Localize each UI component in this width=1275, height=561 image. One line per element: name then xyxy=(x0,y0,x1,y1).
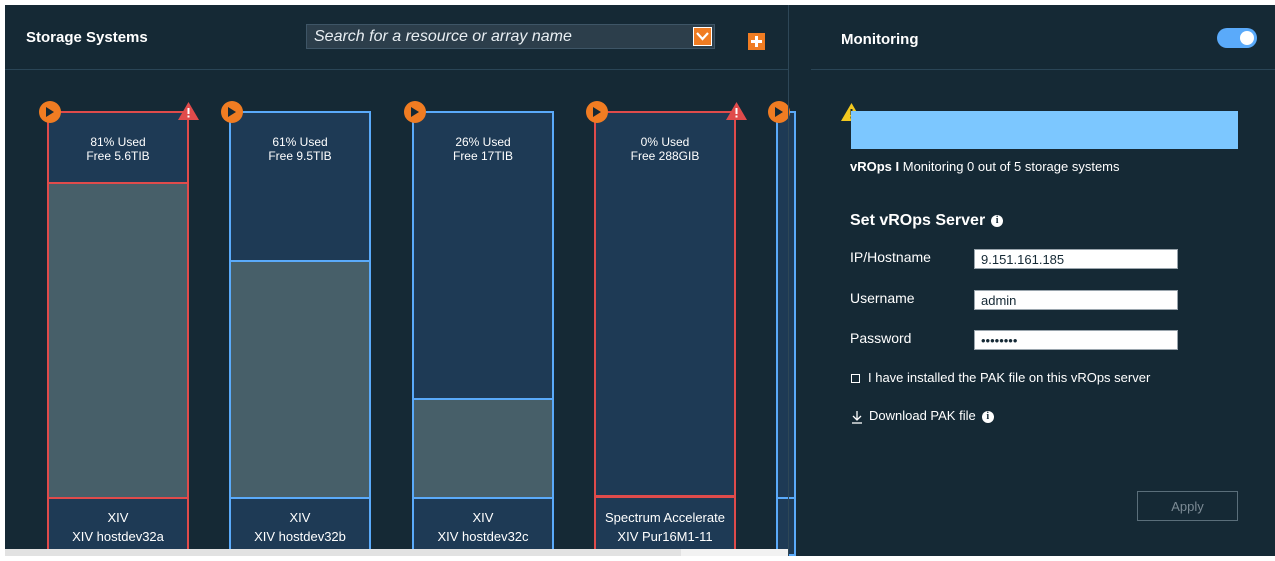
section-title: Set vROps Server xyxy=(850,212,986,229)
section-heading: Set vROps Server i xyxy=(850,212,1004,230)
used-capacity-fill xyxy=(231,261,369,498)
expand-button[interactable] xyxy=(404,101,426,123)
horizontal-scrollbar[interactable] xyxy=(5,549,788,556)
download-icon xyxy=(852,410,862,424)
capacity-divider xyxy=(414,398,552,400)
info-icon[interactable]: i xyxy=(991,214,1004,227)
scrollbar-thumb[interactable] xyxy=(5,549,681,556)
download-pak-link[interactable]: Download PAK file i xyxy=(851,408,994,424)
app-window: Storage Systems 81% Used xyxy=(5,5,1275,556)
panel-divider xyxy=(788,5,789,556)
system-name: XIV hostdev32a xyxy=(72,529,164,544)
play-icon xyxy=(46,107,54,117)
search-input[interactable] xyxy=(307,25,687,48)
password-input[interactable] xyxy=(974,330,1178,350)
storage-systems-header: Storage Systems xyxy=(5,5,788,70)
status-label: vROps I xyxy=(850,159,900,174)
play-icon xyxy=(775,107,783,117)
card-footer: XIV XIV hostdev32a xyxy=(49,496,187,554)
system-type: XIV xyxy=(472,510,494,525)
expand-button[interactable] xyxy=(768,101,790,123)
system-type: XIV xyxy=(107,510,129,525)
info-icon[interactable]: i xyxy=(981,410,994,423)
system-name: XIV hostdev32b xyxy=(254,529,346,544)
system-type: XIV xyxy=(289,510,311,525)
checkbox-label: I have installed the PAK file on this vR… xyxy=(868,370,1151,385)
username-label: Username xyxy=(850,290,915,306)
play-icon xyxy=(593,107,601,117)
checkbox-box[interactable] xyxy=(851,374,860,384)
capacity-info: 61% Used Free 9.5TIB xyxy=(231,113,369,183)
download-label: Download PAK file xyxy=(869,408,976,423)
search-dropdown-button[interactable] xyxy=(693,27,712,46)
used-capacity-fill xyxy=(49,183,187,498)
storage-systems-panel: Storage Systems 81% Used xyxy=(5,5,796,556)
capacity-info: 0% Used Free 288GIB xyxy=(596,113,734,183)
system-name: XIV hostdev32c xyxy=(437,529,529,544)
footer-divider xyxy=(778,497,794,499)
monitoring-panel: Monitoring vROps I Monitoring 0 out of 5… xyxy=(811,5,1275,556)
used-capacity-fill xyxy=(414,399,552,498)
storage-card[interactable]: 26% Used Free 17TIB XIV XIV hostdev32c xyxy=(412,111,554,556)
card-footer: XIV XIV hostdev32b xyxy=(231,496,369,554)
system-name: XIV Pur16M1-11 xyxy=(617,529,713,544)
used-percent: 81% Used xyxy=(90,135,146,149)
free-space: Free 17TIB xyxy=(452,149,514,163)
expand-button[interactable] xyxy=(586,101,608,123)
add-storage-button[interactable] xyxy=(748,33,765,50)
toggle-knob xyxy=(1240,31,1254,45)
storage-card[interactable]: 0% Used Free 288GIB Spectrum Accelerate … xyxy=(594,111,736,556)
play-icon xyxy=(411,107,419,117)
free-space: Free 9.5TIB xyxy=(268,149,332,163)
used-percent: 0% Used xyxy=(640,135,690,149)
used-percent: 26% Used xyxy=(455,135,511,149)
free-space: Free 5.6TIB xyxy=(86,149,150,163)
ip-hostname-input[interactable] xyxy=(974,249,1178,269)
password-label: Password xyxy=(850,330,912,346)
chevron-down-icon xyxy=(696,32,709,41)
ip-label: IP/Hostname xyxy=(850,249,931,265)
username-input[interactable] xyxy=(974,290,1178,310)
plus-icon xyxy=(751,36,762,47)
capacity-divider xyxy=(231,260,369,262)
monitoring-title: Monitoring xyxy=(841,31,919,48)
expand-button[interactable] xyxy=(39,101,61,123)
warning-icon xyxy=(178,102,199,120)
expand-button[interactable] xyxy=(221,101,243,123)
storage-card[interactable]: 61% Used Free 9.5TIB XIV XIV hostdev32b xyxy=(229,111,371,556)
system-type: Spectrum Accelerate xyxy=(605,510,725,525)
monitoring-toggle[interactable] xyxy=(1217,28,1257,48)
card-footer: Spectrum Accelerate XIV Pur16M1-11 xyxy=(596,496,734,554)
warning-icon xyxy=(726,102,747,120)
monitoring-header: Monitoring xyxy=(811,5,1275,70)
card-footer: XIV XIV hostdev32c xyxy=(414,496,552,554)
play-icon xyxy=(228,107,236,117)
monitoring-status: vROps I Monitoring 0 out of 5 storage sy… xyxy=(850,159,1120,174)
search-box[interactable] xyxy=(306,24,715,49)
free-space: Free 288GIB xyxy=(630,149,700,163)
apply-button[interactable]: Apply xyxy=(1137,491,1238,521)
capacity-info: 81% Used Free 5.6TIB xyxy=(49,113,187,183)
status-text: Monitoring 0 out of 5 storage systems xyxy=(899,159,1120,174)
panel-title: Storage Systems xyxy=(26,29,148,46)
notification-banner xyxy=(851,111,1238,149)
pak-installed-checkbox[interactable]: I have installed the PAK file on this vR… xyxy=(851,370,1150,385)
used-percent: 61% Used xyxy=(272,135,328,149)
storage-card[interactable]: 81% Used Free 5.6TIB XIV XIV hostdev32a xyxy=(47,111,189,556)
capacity-info: 26% Used Free 17TIB xyxy=(414,113,552,183)
storage-card[interactable] xyxy=(776,111,796,556)
